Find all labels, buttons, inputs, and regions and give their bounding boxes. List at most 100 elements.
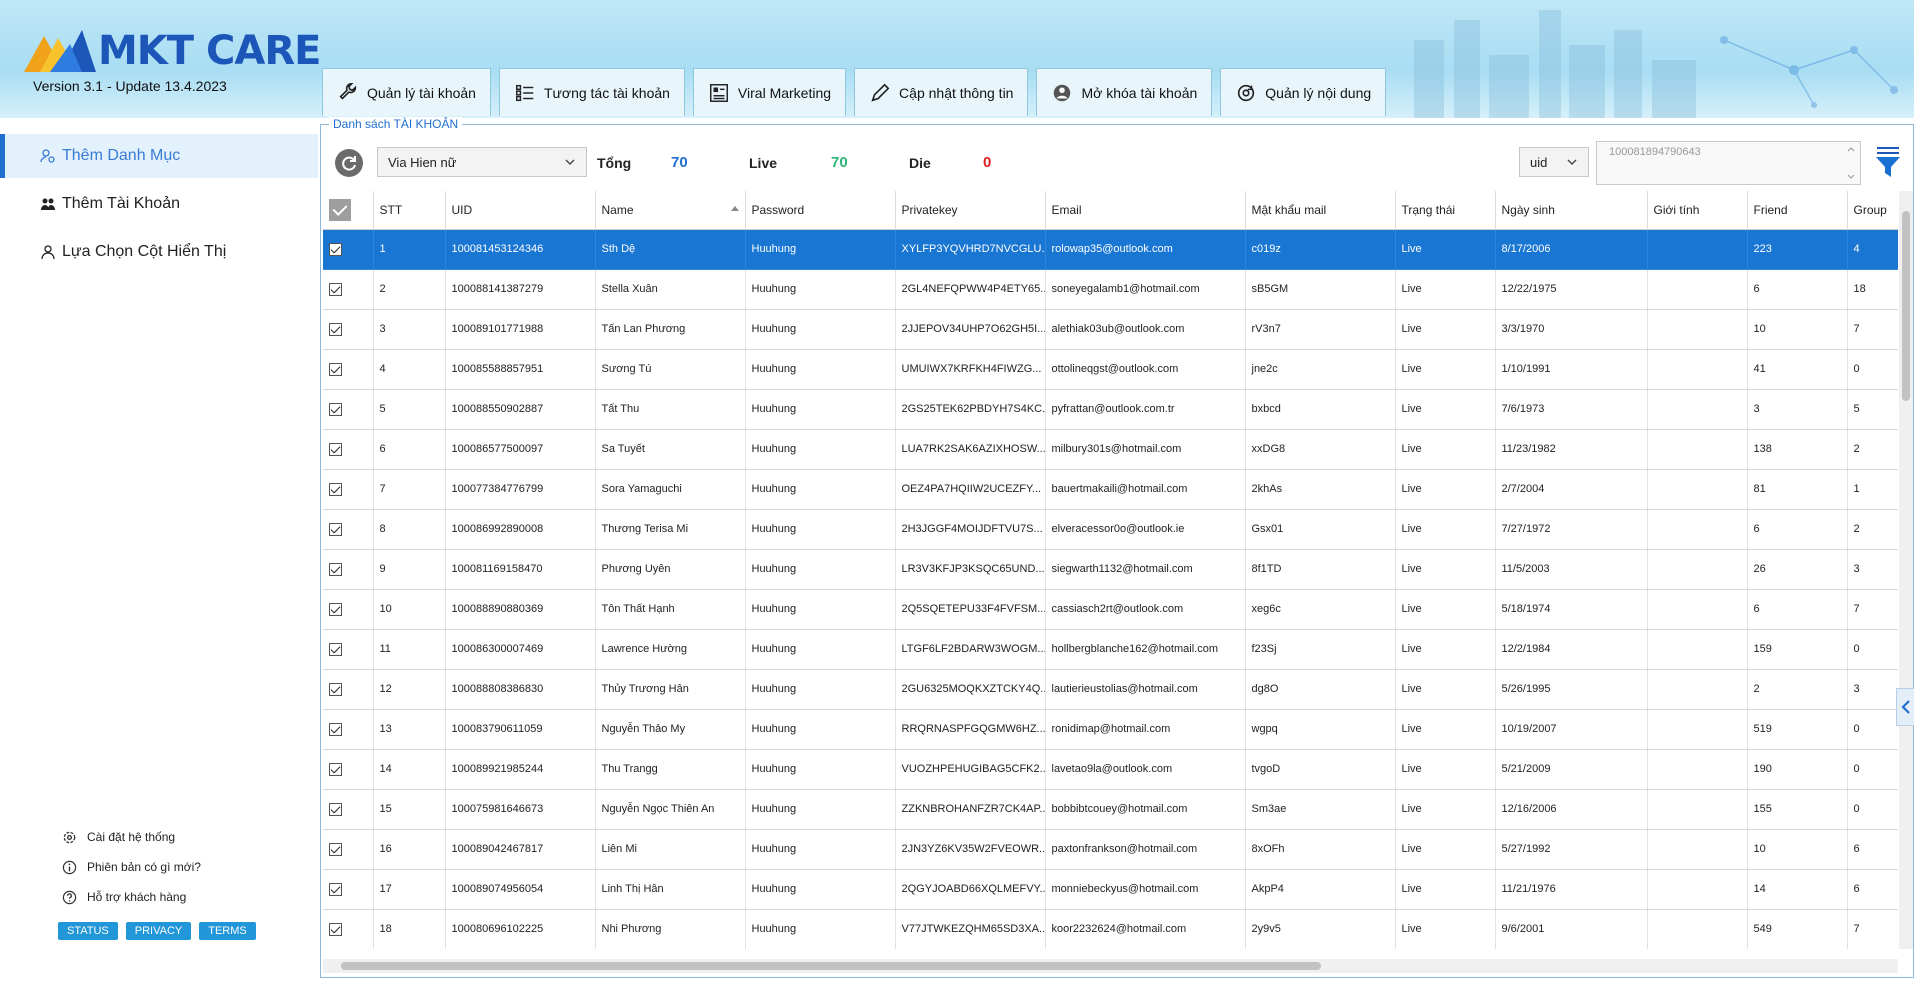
column-header[interactable]: Group: [1847, 191, 1898, 230]
column-header[interactable]: Giới tính: [1647, 191, 1748, 230]
row-checkbox[interactable]: [329, 562, 342, 576]
table-row[interactable]: 9 100081169158470 Phương Uyên Huuhung LR3V3K…: [323, 549, 1898, 590]
row-checkbox-cell[interactable]: [323, 789, 374, 830]
row-checkbox[interactable]: [329, 322, 342, 336]
row-checkbox[interactable]: [329, 682, 342, 696]
row-checkbox[interactable]: [329, 762, 342, 776]
row-checkbox-cell[interactable]: [323, 909, 374, 949]
column-header[interactable]: Friend: [1747, 191, 1848, 230]
tab-content-management[interactable]: Quản lý nội dung: [1220, 68, 1387, 116]
table-cell: Huuhung: [745, 749, 896, 790]
table-row[interactable]: 12 100088808386830 Thủy Trương Hân Huuhung 2…: [323, 669, 1898, 710]
row-checkbox-cell[interactable]: [323, 509, 374, 550]
table-row[interactable]: 5 100088550902887 Tất Thu Huuhung 2GS25TEK62…: [323, 389, 1898, 430]
sidebar-item-select-columns[interactable]: Lựa Chọn Cột Hiển Thị: [0, 230, 318, 274]
row-checkbox[interactable]: [329, 362, 342, 376]
column-header[interactable]: Password: [745, 191, 896, 230]
tab-viral-marketing[interactable]: Viral Marketing: [692, 68, 847, 116]
tab-account-management[interactable]: Quản lý tài khoản: [322, 68, 491, 116]
table-row[interactable]: 8 100086992890008 Thương Terisa Mi Huuhung 2…: [323, 509, 1898, 550]
row-checkbox[interactable]: [329, 882, 342, 896]
table-row[interactable]: 17 100089074956054 Linh Thị Hân Huuhung 2QGY…: [323, 869, 1898, 910]
row-checkbox-cell[interactable]: [323, 229, 374, 270]
horizontal-scrollbar[interactable]: [323, 959, 1898, 973]
table-row[interactable]: 4 100085588857951 Sương Tú Huuhung UMUIWX7KR…: [323, 349, 1898, 390]
row-checkbox[interactable]: [329, 282, 342, 296]
row-checkbox[interactable]: [329, 922, 342, 936]
refresh-button[interactable]: [335, 149, 363, 177]
tab-account-interaction[interactable]: Tương tác tài khoản: [498, 68, 685, 116]
table-row[interactable]: 16 100089042467817 Liên Mi Huuhung 2JN3YZ6KV…: [323, 829, 1898, 870]
column-header[interactable]: Privatekey: [895, 191, 1046, 230]
table-row[interactable]: 18 100080696102225 Nhi Phương Huuhung V77JTW…: [323, 909, 1898, 949]
row-checkbox[interactable]: [329, 482, 342, 496]
column-header[interactable]: STT: [373, 191, 446, 230]
whats-new-link[interactable]: Phiên bản có gì mới?: [62, 852, 201, 882]
collapse-panel-button[interactable]: [1896, 688, 1914, 726]
row-checkbox-cell[interactable]: [323, 429, 374, 470]
table-row[interactable]: 1 100081453124346 Sth Dệ Huuhung XYLFP3YQVHR…: [323, 229, 1898, 270]
vertical-scroll-thumb[interactable]: [1902, 211, 1910, 401]
row-checkbox[interactable]: [329, 642, 342, 656]
table-row[interactable]: 15 100075981646673 Nguyễn Ngọc Thiên An Huu…: [323, 789, 1898, 830]
terms-badge-button[interactable]: TERMS: [199, 922, 256, 940]
row-checkbox[interactable]: [329, 442, 342, 456]
customer-support-link[interactable]: Hỗ trợ khách hàng: [62, 882, 201, 912]
status-badge-button[interactable]: STATUS: [58, 922, 118, 940]
column-header[interactable]: Email: [1045, 191, 1246, 230]
tab-update-info[interactable]: Cập nhật thông tin: [854, 68, 1029, 116]
uid-search-input[interactable]: 100081894790643: [1596, 141, 1861, 185]
table-cell: 100080696102225: [445, 909, 596, 949]
column-header[interactable]: Mật khẩu mail: [1245, 191, 1396, 230]
row-checkbox-cell[interactable]: [323, 709, 374, 750]
tab-unlock-account[interactable]: Mở khóa tài khoản: [1036, 68, 1213, 116]
table-row[interactable]: 14 100089921985244 Thu Trangg Huuhung VUOZHP…: [323, 749, 1898, 790]
row-checkbox-cell[interactable]: [323, 549, 374, 590]
row-checkbox[interactable]: [329, 842, 342, 856]
horizontal-scroll-thumb[interactable]: [341, 962, 1321, 970]
select-all-checkbox[interactable]: [329, 198, 351, 221]
row-checkbox-cell[interactable]: [323, 349, 374, 390]
city-skyline-decoration: [1414, 10, 1898, 118]
table-cell: [1647, 709, 1748, 750]
sidebar-item-add-account[interactable]: Thêm Tài Khoản: [0, 182, 318, 226]
category-select[interactable]: Via Hien nữ: [377, 147, 587, 177]
table-row[interactable]: 13 100083790611059 Nguyễn Thảo My Huuhung RR…: [323, 709, 1898, 750]
table-cell: Liên Mi: [595, 829, 746, 870]
row-checkbox-cell[interactable]: [323, 869, 374, 910]
column-header[interactable]: Ngày sinh: [1495, 191, 1648, 230]
row-checkbox[interactable]: [329, 722, 342, 736]
row-checkbox[interactable]: [329, 802, 342, 816]
select-all-header[interactable]: [323, 191, 374, 230]
privacy-badge-button[interactable]: PRIVACY: [125, 922, 192, 940]
column-header[interactable]: UID: [445, 191, 596, 230]
row-checkbox[interactable]: [329, 522, 342, 536]
row-checkbox[interactable]: [329, 242, 342, 256]
row-checkbox-cell[interactable]: [323, 669, 374, 710]
column-header[interactable]: Trạng thái: [1395, 191, 1496, 230]
input-scrollbar[interactable]: [1846, 144, 1856, 182]
table-row[interactable]: 3 100089101771988 Tấn Lan Phương Huuhung 2JJ…: [323, 309, 1898, 350]
row-checkbox-cell[interactable]: [323, 309, 374, 350]
table-row[interactable]: 7 100077384776799 Sora Yamaguchi Huuhung OEZ…: [323, 469, 1898, 510]
row-checkbox-cell[interactable]: [323, 589, 374, 630]
table-cell: [1647, 909, 1748, 949]
vertical-scrollbar[interactable]: [1899, 191, 1913, 949]
row-checkbox-cell[interactable]: [323, 629, 374, 670]
row-checkbox[interactable]: [329, 402, 342, 416]
table-row[interactable]: 10 100088890880369 Tôn Thất Hạnh Huuhung 2Q5…: [323, 589, 1898, 630]
row-checkbox-cell[interactable]: [323, 749, 374, 790]
table-row[interactable]: 2 100088141387279 Stella Xuân Huuhung 2GL4NE…: [323, 269, 1898, 310]
column-header-name[interactable]: Name: [595, 191, 746, 230]
row-checkbox[interactable]: [329, 602, 342, 616]
table-row[interactable]: 11 100086300007469 Lawrence Hường Huuhung LT…: [323, 629, 1898, 670]
table-row[interactable]: 6 100086577500097 Sa Tuyết Huuhung LUA7RK2SA…: [323, 429, 1898, 470]
search-field-select[interactable]: uid: [1519, 147, 1589, 177]
sidebar-item-add-category[interactable]: Thêm Danh Mục: [0, 134, 318, 178]
row-checkbox-cell[interactable]: [323, 829, 374, 870]
filter-icon[interactable]: [1873, 145, 1903, 179]
system-settings-link[interactable]: Cài đặt hệ thống: [62, 822, 201, 852]
row-checkbox-cell[interactable]: [323, 269, 374, 310]
row-checkbox-cell[interactable]: [323, 389, 374, 430]
row-checkbox-cell[interactable]: [323, 469, 374, 510]
